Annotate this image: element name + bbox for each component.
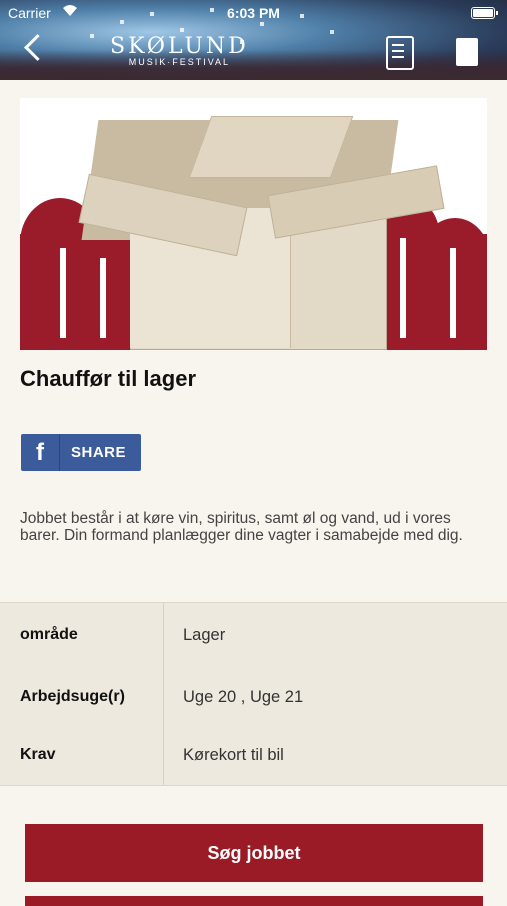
secondary-button-edge[interactable] xyxy=(25,896,483,906)
job-image xyxy=(20,98,487,350)
logo-title: SKØLUND xyxy=(110,34,249,59)
job-details-table: område Lager Arbejdsuge(r) Uge 20 , Uge … xyxy=(0,602,507,786)
share-label: SHARE xyxy=(71,444,127,461)
detail-value-requirements: Kørekort til bil xyxy=(183,746,284,764)
detail-value-area: Lager xyxy=(183,626,226,644)
detail-value-weeks: Uge 20 , Uge 21 xyxy=(183,688,304,706)
header-banner: Carrier 6:03 PM SKØLUND MUSIK·FESTIVAL xyxy=(0,0,507,80)
facebook-icon: f xyxy=(21,434,60,471)
job-description: Jobbet består i at køre vin, spiritus, s… xyxy=(20,510,463,544)
clock: 6:03 PM xyxy=(227,5,280,21)
apply-job-button[interactable]: Søg jobbet xyxy=(25,824,483,882)
logo-subtitle: MUSIK·FESTIVAL xyxy=(128,57,231,67)
detail-label-requirements: Krav xyxy=(20,746,56,763)
status-bar: Carrier 6:03 PM xyxy=(0,0,507,26)
detail-label-area: område xyxy=(20,626,78,643)
festival-logo: SKØLUND MUSIK·FESTIVAL xyxy=(110,34,249,67)
detail-label-weeks: Arbejdsuge(r) xyxy=(20,688,125,705)
battery-icon xyxy=(471,7,498,19)
job-title: Chauffør til lager xyxy=(20,366,197,391)
document-edit-icon[interactable] xyxy=(386,36,414,70)
document-icon[interactable] xyxy=(456,38,478,66)
facebook-share-button[interactable]: f SHARE xyxy=(21,434,141,471)
